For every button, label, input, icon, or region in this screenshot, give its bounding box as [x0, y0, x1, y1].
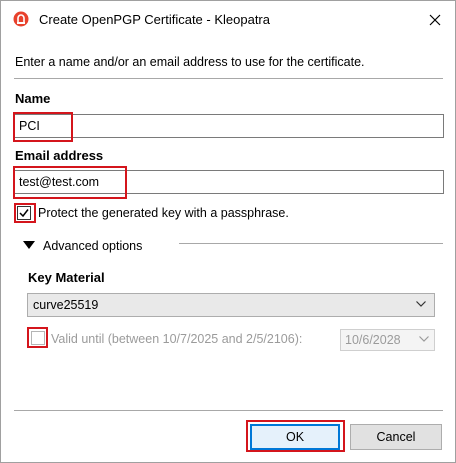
chevron-down-icon [419, 336, 429, 342]
triangle-down-icon[interactable] [23, 241, 35, 249]
chevron-down-icon [416, 301, 426, 307]
name-field[interactable]: PCI [14, 114, 444, 138]
email-label: Email address [15, 148, 104, 163]
valid-until-label: Valid until (between 10/7/2025 and 2/5/2… [51, 332, 303, 346]
kleopatra-icon [13, 11, 29, 27]
dialog-window: Create OpenPGP Certificate - Kleopatra E… [0, 0, 456, 463]
window-title: Create OpenPGP Certificate - Kleopatra [39, 12, 270, 27]
advanced-options-toggle[interactable]: Advanced options [43, 239, 142, 253]
intro-text: Enter a name and/or an email address to … [15, 55, 365, 69]
intro-divider [14, 78, 443, 79]
name-label: Name [15, 91, 51, 106]
key-material-value: curve25519 [33, 298, 99, 312]
footer-divider [14, 410, 443, 411]
title-bar: Create OpenPGP Certificate - Kleopatra [1, 1, 455, 39]
valid-until-checkbox[interactable] [31, 331, 45, 345]
key-material-label: Key Material [28, 270, 105, 285]
valid-until-date-value: 10/6/2028 [345, 333, 401, 347]
email-field[interactable]: test@test.com [14, 170, 444, 194]
checkmark-icon [19, 209, 29, 218]
key-material-select[interactable]: curve25519 [27, 293, 435, 317]
passphrase-label[interactable]: Protect the generated key with a passphr… [38, 206, 289, 220]
cancel-button[interactable]: Cancel [350, 424, 442, 450]
close-button[interactable] [415, 1, 455, 39]
ok-button[interactable]: OK [250, 424, 340, 450]
close-icon [429, 14, 441, 26]
valid-until-date[interactable]: 10/6/2028 [340, 329, 435, 351]
passphrase-checkbox[interactable] [17, 206, 31, 220]
advanced-divider [179, 243, 443, 244]
